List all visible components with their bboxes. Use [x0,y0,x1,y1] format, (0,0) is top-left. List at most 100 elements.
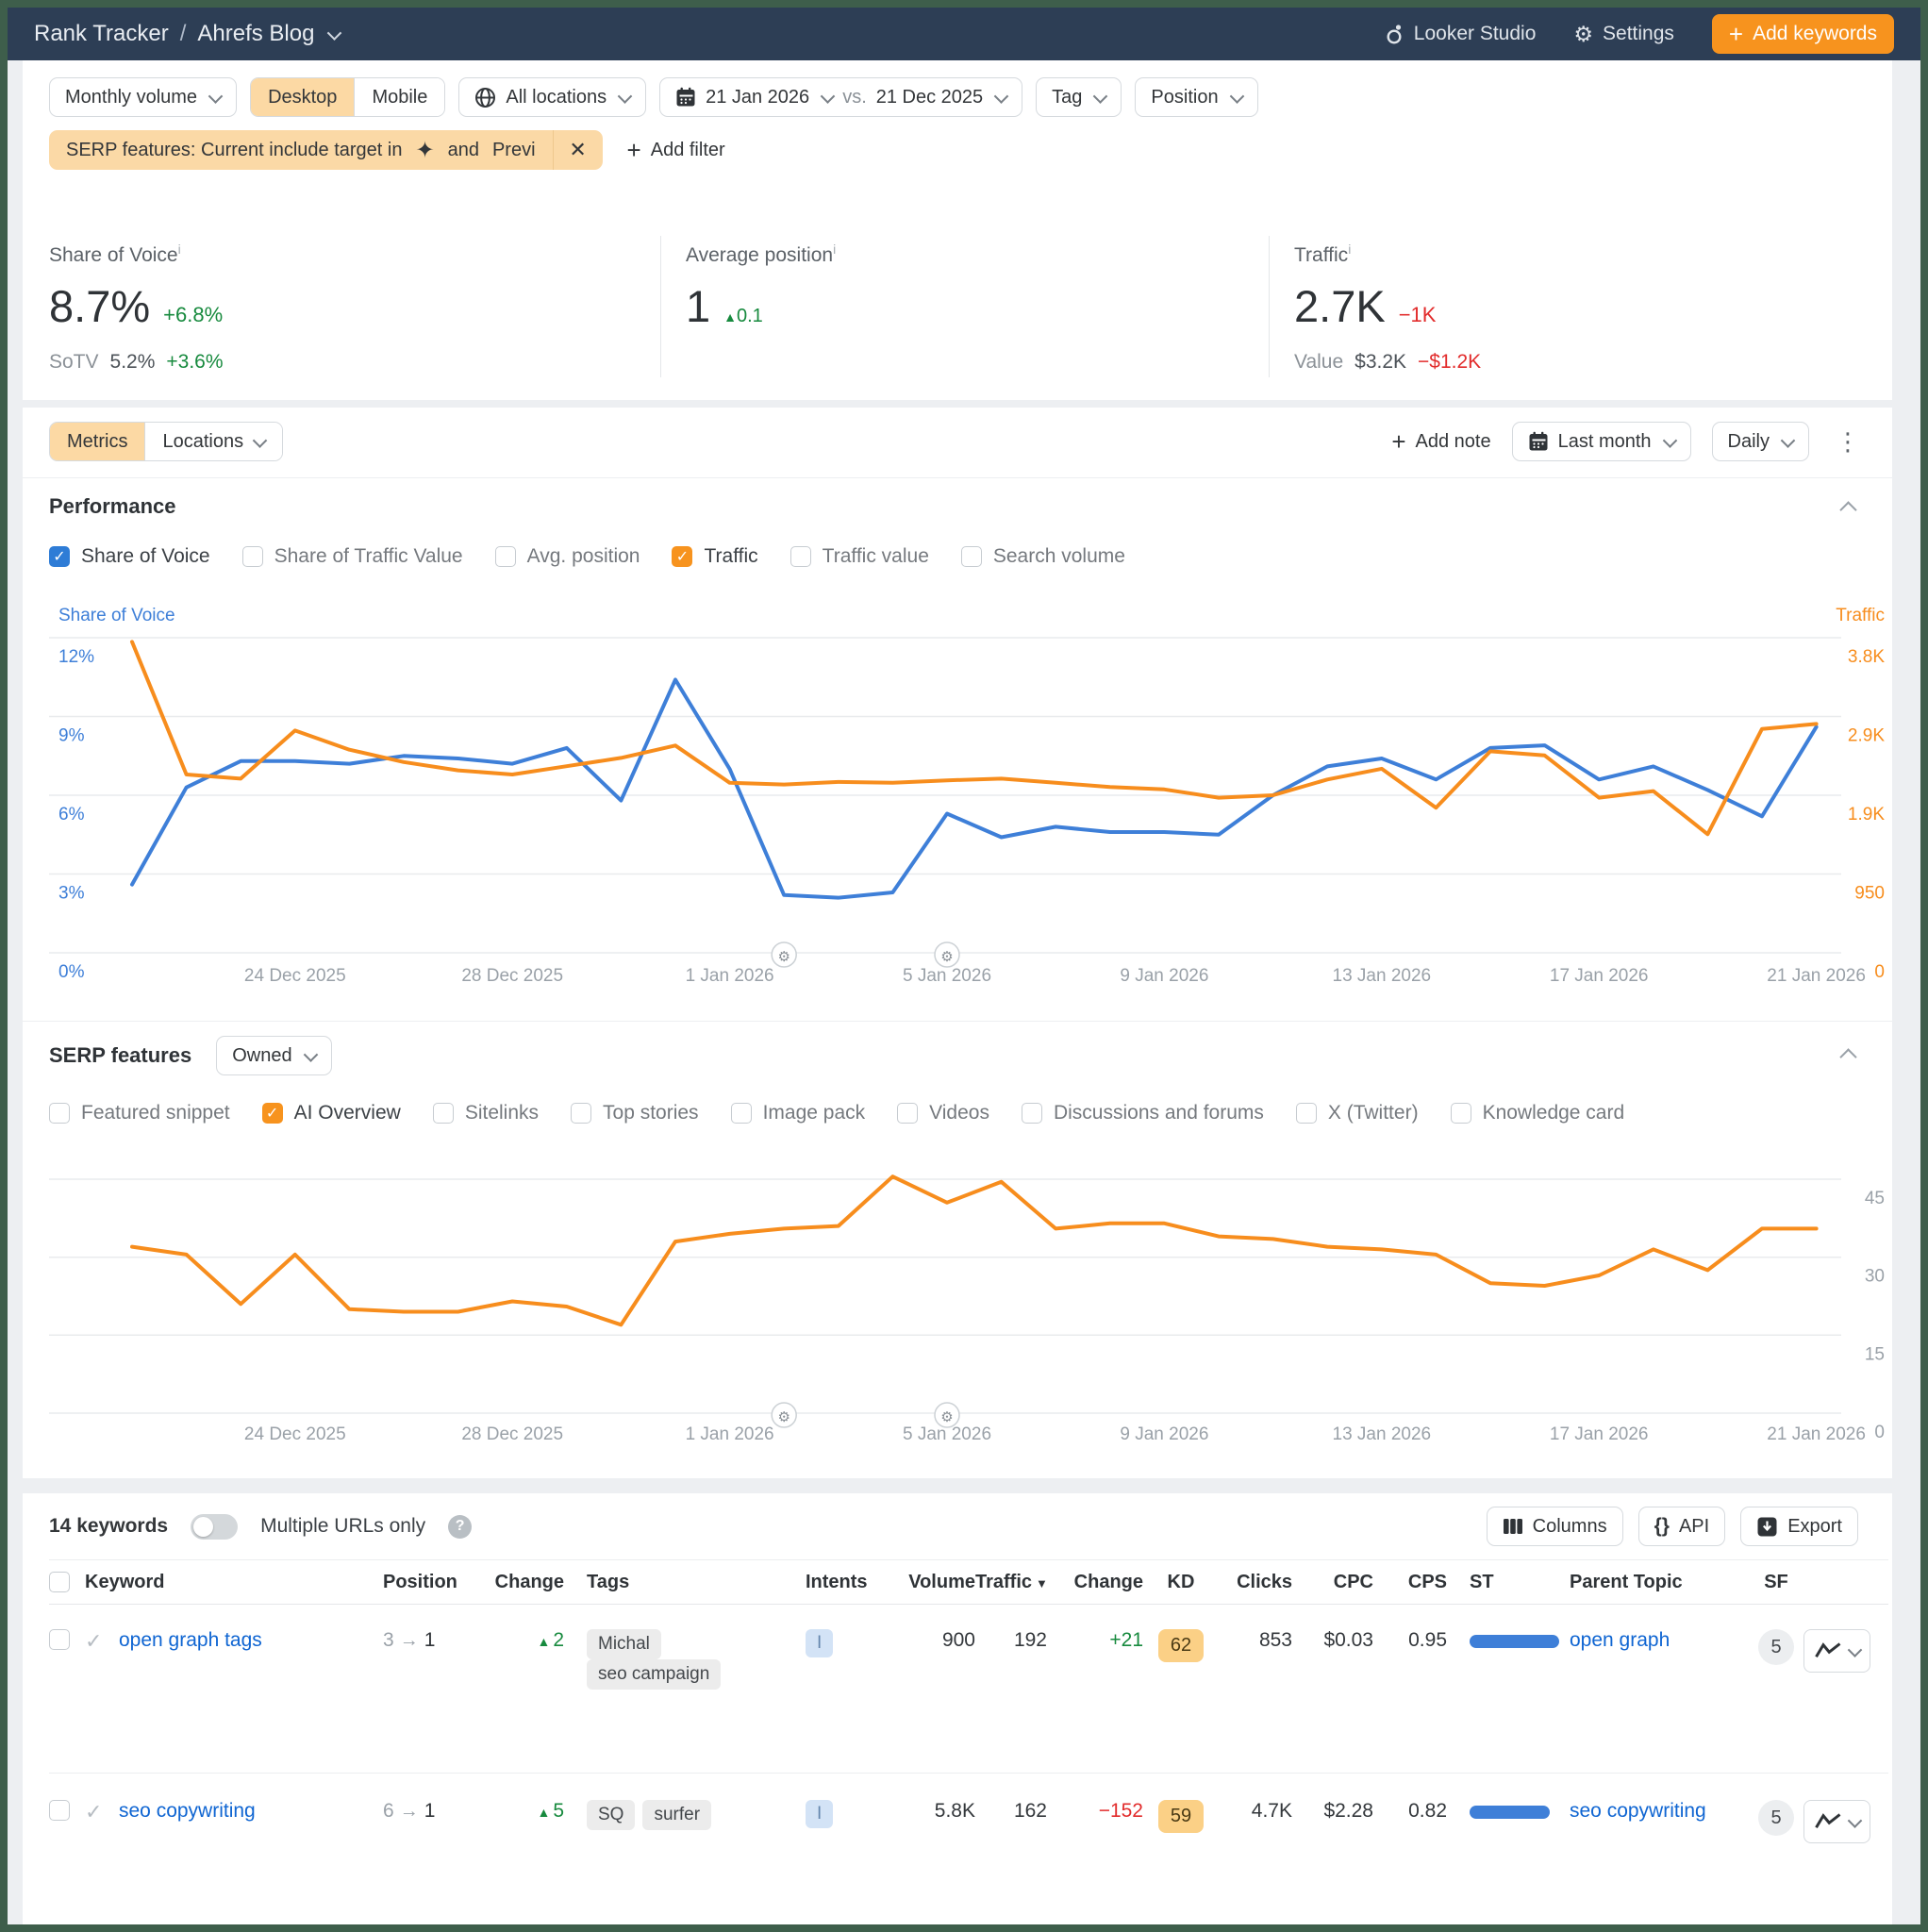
checkbox[interactable]: ✓ [262,1103,283,1124]
checkbox[interactable] [1451,1103,1471,1124]
info-icon[interactable]: i [178,242,181,257]
checkbox[interactable] [571,1103,591,1124]
serp-features-title: SERP features [49,1043,191,1068]
intent-badge[interactable]: I [806,1629,833,1657]
multiple-urls-toggle[interactable] [191,1514,238,1540]
column-header-change[interactable]: Change [470,1572,564,1593]
metric-checkbox-traffic[interactable]: ✓Traffic [672,545,757,568]
checkbox[interactable] [49,1103,70,1124]
column-header-keyword[interactable]: Keyword [85,1572,383,1593]
serp-checkbox-discussions-and-forums[interactable]: Discussions and forums [1022,1102,1264,1124]
column-header-tags[interactable]: Tags [564,1572,790,1593]
column-header-sf[interactable]: SF [1749,1572,1803,1593]
checkbox[interactable]: ✓ [672,546,692,567]
serp-checkbox-x-twitter[interactable]: X (Twitter) [1296,1102,1419,1124]
granularity-dropdown[interactable]: Daily [1712,422,1809,461]
serp-checkbox-ai-overview[interactable]: ✓AI Overview [262,1102,401,1124]
column-header-traffic[interactable]: Traffic▼ [975,1572,1047,1593]
close-icon[interactable]: ✕ [553,130,603,170]
performance-chart[interactable]: 12%9%6%3%0%Share of Voice3.8K2.9K1.9K950… [49,600,1888,996]
row-checkbox[interactable] [49,1800,70,1821]
tag-pill-michal[interactable]: Michal [587,1629,661,1659]
add-filter-button[interactable]: + Add filter [627,138,725,162]
serp-checkbox-videos[interactable]: Videos [897,1102,989,1124]
column-header-kd[interactable]: KD [1143,1572,1219,1593]
column-header-parent-topic[interactable]: Parent Topic [1560,1572,1749,1593]
serp-checkbox-image-pack[interactable]: Image pack [731,1102,866,1124]
checkbox[interactable] [897,1103,918,1124]
serp-features-chart[interactable]: 453015024 Dec 202528 Dec 20251 Jan 20265… [49,1174,1888,1453]
kd-badge: 59 [1158,1800,1204,1833]
serp-checkbox-knowledge-card[interactable]: Knowledge card [1451,1102,1625,1124]
column-header-clicks[interactable]: Clicks [1219,1572,1292,1593]
export-button[interactable]: Export [1740,1507,1858,1546]
metric-checkbox-traffic-value[interactable]: Traffic value [790,545,929,568]
checkbox[interactable] [790,546,811,567]
checkbox[interactable] [242,546,263,567]
locations-dropdown[interactable]: All locations [458,77,646,117]
tag-dropdown[interactable]: Tag [1036,77,1122,117]
device-option-desktop[interactable]: Desktop [251,78,354,116]
checkbox[interactable] [433,1103,454,1124]
column-header-intents[interactable]: Intents [790,1572,885,1593]
date-current[interactable]: 21 Jan 2026 [706,87,809,108]
date-compare[interactable]: 21 Dec 2025 [876,87,983,108]
metric-checkbox-share-of-voice[interactable]: ✓Share of Voice [49,545,210,568]
checkbox[interactable] [495,546,516,567]
parent-topic-link[interactable]: open graph [1570,1629,1670,1651]
columns-button[interactable]: Columns [1487,1507,1623,1546]
column-header-cps[interactable]: CPS [1373,1572,1447,1593]
help-icon[interactable]: ? [448,1515,472,1539]
api-button[interactable]: {} API [1638,1507,1726,1546]
device-option-mobile[interactable]: Mobile [354,78,444,116]
checkbox[interactable] [1296,1103,1317,1124]
checkbox[interactable] [961,546,982,567]
tab-locations[interactable]: Locations [144,423,282,460]
chevron-down-icon[interactable] [327,25,342,41]
keyword-trend-button[interactable] [1803,1629,1870,1673]
info-icon[interactable]: i [833,242,836,257]
checkbox[interactable] [731,1103,752,1124]
svg-text:0: 0 [1874,1423,1885,1442]
breadcrumb-app[interactable]: Rank Tracker [34,21,169,47]
date-range-compare-control[interactable]: 21 Jan 2026 vs. 21 Dec 2025 [659,77,1022,117]
serp-checkbox-sitelinks[interactable]: Sitelinks [433,1102,539,1124]
more-options-icon[interactable]: ⋮ [1830,427,1866,457]
keyword-link[interactable]: seo copywriting [119,1800,256,1822]
volume-dropdown[interactable]: Monthly volume [49,77,237,117]
tag-pill-surfer[interactable]: surfer [642,1800,711,1830]
settings-button[interactable]: ⚙ Settings [1573,22,1674,47]
add-keywords-button[interactable]: + Add keywords [1712,14,1894,54]
breadcrumb-project[interactable]: Ahrefs Blog [197,21,314,47]
collapse-chevron-icon[interactable] [1839,1048,1856,1065]
metric-checkbox-share-of-traffic-value[interactable]: Share of Traffic Value [242,545,463,568]
column-header-cpc[interactable]: CPC [1292,1572,1373,1593]
looker-studio-button[interactable]: Looker Studio [1386,23,1537,45]
metric-checkbox-search-volume[interactable]: Search volume [961,545,1125,568]
intent-badge[interactable]: I [806,1800,833,1828]
column-header-volume[interactable]: Volume [885,1572,975,1593]
checkbox[interactable]: ✓ [49,546,70,567]
collapse-chevron-icon[interactable] [1839,501,1856,518]
info-icon[interactable]: i [1348,242,1351,257]
tag-pill-seo-campaign[interactable]: seo campaign [587,1659,721,1690]
keyword-trend-button[interactable] [1803,1800,1870,1843]
column-header-position[interactable]: Position [383,1572,470,1593]
keyword-link[interactable]: open graph tags [119,1629,262,1651]
position-dropdown[interactable]: Position [1135,77,1257,117]
serp-features-filter-chip[interactable]: SERP features: Current include target in… [49,130,603,170]
tab-metrics[interactable]: Metrics [50,423,144,460]
column-header-st[interactable]: ST [1447,1572,1560,1593]
owned-dropdown[interactable]: Owned [216,1036,331,1075]
checkbox[interactable] [1022,1103,1042,1124]
add-note-button[interactable]: +Add note [1391,429,1490,454]
row-checkbox[interactable] [49,1629,70,1650]
column-header-change[interactable]: Change [1047,1572,1143,1593]
tag-pill-sq[interactable]: SQ [587,1800,635,1830]
select-all-checkbox[interactable] [49,1572,70,1592]
date-range-dropdown[interactable]: Last month [1512,422,1691,461]
serp-checkbox-top-stories[interactable]: Top stories [571,1102,699,1124]
metric-checkbox-avg-position[interactable]: Avg. position [495,545,640,568]
parent-topic-link[interactable]: seo copywriting [1570,1800,1706,1822]
serp-checkbox-featured-snippet[interactable]: Featured snippet [49,1102,230,1124]
